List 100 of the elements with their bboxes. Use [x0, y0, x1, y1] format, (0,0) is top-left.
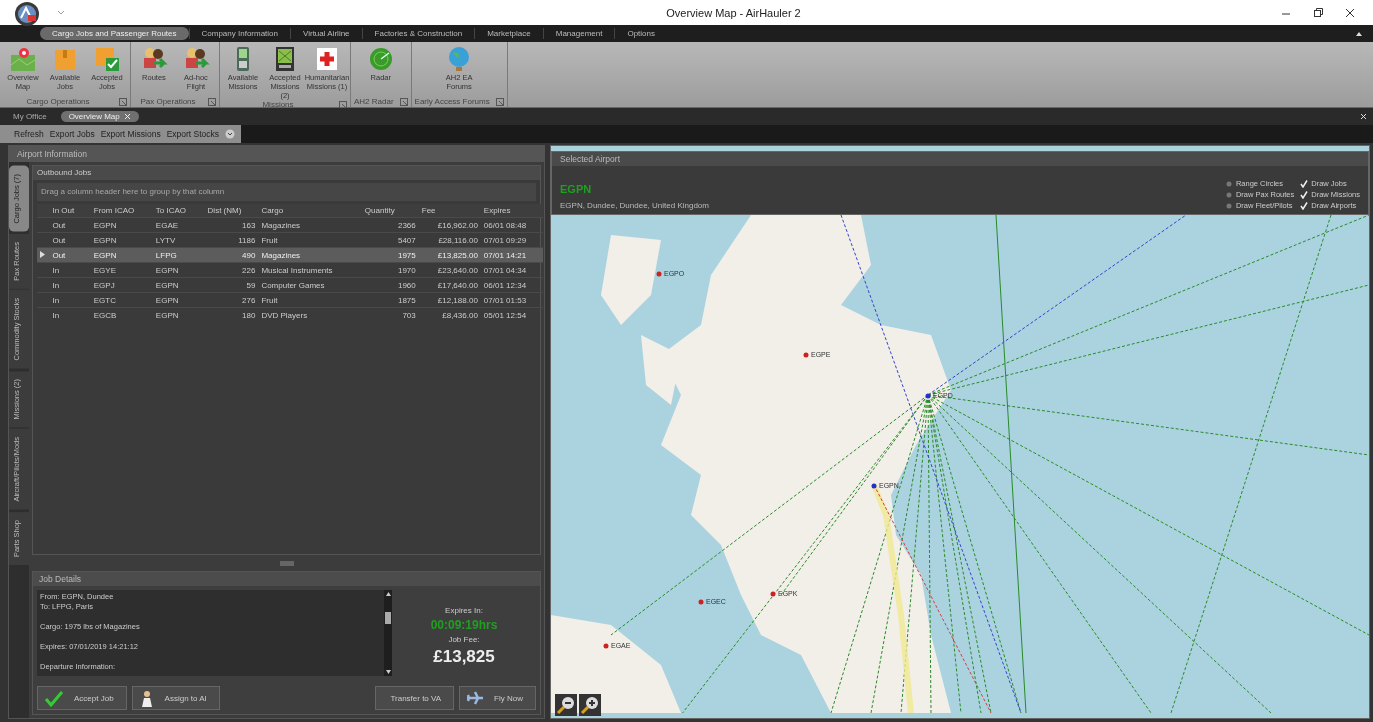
- toolbar-button[interactable]: Export Stocks: [166, 129, 220, 139]
- airport-name: EGPN, Dundee, Dundee, United Kingdom: [560, 201, 710, 210]
- unchecked-dot-icon: [1224, 190, 1233, 199]
- section-title: Outbound Jobs: [33, 166, 540, 180]
- column-header[interactable]: Fee: [418, 204, 481, 218]
- table-cell: 07/01 14:21: [480, 247, 543, 263]
- document-tab[interactable]: Overview Map: [60, 111, 139, 122]
- table-cell: 163: [204, 217, 259, 233]
- table-cell: £16,962.00: [418, 217, 481, 233]
- ribbon-tab[interactable]: Virtual Airline: [291, 27, 362, 40]
- table-cell: Out: [49, 247, 91, 263]
- table-cell: Magazines: [258, 247, 362, 263]
- airplane-icon: [466, 690, 485, 706]
- ribbon-tab[interactable]: Marketplace: [475, 27, 543, 40]
- table-cell: Out: [49, 217, 91, 233]
- table-cell: 226: [204, 262, 259, 278]
- close-icon: [123, 113, 131, 120]
- table-cell: In: [49, 262, 91, 278]
- table-cell: 07/01 01:53: [480, 292, 543, 308]
- splitter-grip-icon: [279, 560, 294, 566]
- action-button[interactable]: Fly Now: [459, 686, 536, 710]
- ribbon-tab[interactable]: Factories & Construction: [362, 27, 475, 40]
- table-cell: In: [49, 277, 91, 293]
- table-cell: Magazines: [258, 217, 362, 233]
- dialog-launcher-icon[interactable]: [399, 97, 408, 106]
- column-header[interactable]: Quantity: [361, 204, 419, 218]
- zoom-in-icon[interactable]: [579, 694, 601, 716]
- column-header[interactable]: Expires: [480, 204, 543, 218]
- toolbar-button[interactable]: Refresh: [14, 129, 44, 139]
- dialog-launcher-icon[interactable]: [339, 100, 347, 109]
- table-cell: 2366: [361, 217, 419, 233]
- zoom-out-icon[interactable]: [555, 694, 577, 716]
- column-header[interactable]: Dist (NM): [204, 204, 259, 218]
- dialog-launcher-icon[interactable]: [208, 97, 216, 106]
- close-icon[interactable]: [1345, 7, 1355, 18]
- dialog-launcher-icon[interactable]: [495, 97, 504, 106]
- expires-value: 00:09:19hrs: [430, 617, 498, 632]
- window-title: Overview Map - AirHauler 2: [665, 6, 802, 19]
- ribbon-tab[interactable]: Options: [615, 27, 667, 40]
- airport-dot-icon: [925, 392, 931, 399]
- table-cell: EGTC: [90, 292, 153, 308]
- table-cell: 1975: [361, 247, 419, 263]
- panel-title: Selected Airport: [552, 152, 1368, 166]
- table-cell: EGPN: [152, 307, 205, 322]
- scroll-down-icon: [385, 670, 391, 674]
- caret-icon[interactable]: [225, 129, 236, 139]
- table-cell: 276: [204, 292, 259, 308]
- ribbon-tab[interactable]: Management: [543, 27, 615, 40]
- table-cell: EGPJ: [90, 277, 153, 293]
- table-cell: LFPG: [152, 247, 205, 263]
- group-by-area: Drag a column header here to group by that column: [37, 183, 536, 201]
- toolbar-button[interactable]: Export Jobs: [49, 129, 95, 139]
- scroll-up-icon: [385, 592, 391, 596]
- table-cell: £17,640.00: [418, 277, 481, 293]
- fee-value: £13,825: [433, 646, 495, 667]
- table-cell: In: [49, 307, 91, 322]
- column-header[interactable]: In Out: [49, 204, 91, 218]
- table-cell: EGAE: [152, 217, 205, 233]
- table-cell: 1970: [361, 262, 419, 278]
- unchecked-dot-icon: [1224, 201, 1233, 210]
- document-tab[interactable]: My Office: [5, 111, 55, 122]
- column-header[interactable]: From ICAO: [90, 204, 153, 218]
- parcel-check-icon: [93, 45, 121, 73]
- table-cell: 06/01 08:48: [480, 217, 543, 233]
- toolbar-button[interactable]: Export Missions: [100, 129, 161, 139]
- ribbon-tab[interactable]: Company Information: [189, 27, 290, 40]
- table-cell: Musical Instruments: [258, 262, 362, 278]
- scroll-thumb[interactable]: [385, 612, 391, 624]
- table-cell: EGYE: [90, 262, 153, 278]
- airport-dot-icon: [770, 590, 776, 597]
- table-cell: 703: [361, 307, 419, 322]
- table-cell: EGPN: [90, 247, 153, 263]
- check-icon: [44, 689, 64, 707]
- group-title: AH2 Radar: [354, 97, 394, 106]
- map-pin-icon: [9, 45, 37, 73]
- table-cell: £12,188.00: [418, 292, 481, 308]
- table-cell: 07/01 04:34: [480, 262, 543, 278]
- airport-dot-icon: [603, 642, 609, 649]
- table-cell: £13,825.00: [418, 247, 481, 263]
- table-cell: EGPN: [152, 277, 205, 293]
- group-title: Missions: [261, 100, 295, 109]
- airport-code: EGPN: [560, 183, 593, 195]
- table-cell: EGCB: [90, 307, 153, 322]
- action-button[interactable]: Accept Job: [37, 686, 127, 710]
- expires-label: Expires In:: [445, 605, 483, 615]
- column-header[interactable]: Cargo: [258, 204, 362, 218]
- table-cell: £23,640.00: [418, 262, 481, 278]
- row-pointer-icon: [40, 250, 45, 258]
- table-cell: In: [49, 292, 91, 308]
- table-cell: EGPN: [90, 217, 153, 233]
- column-header[interactable]: To ICAO: [152, 204, 205, 218]
- table-cell: 1875: [361, 292, 419, 308]
- dialog-launcher-icon[interactable]: [119, 97, 127, 106]
- ribbon-tab[interactable]: Cargo Jobs and Passenger Routes: [40, 27, 189, 40]
- table-cell: 180: [204, 307, 259, 322]
- table-cell: Computer Games: [258, 277, 362, 293]
- table-cell: 05/01 12:54: [480, 307, 543, 322]
- action-button[interactable]: Transfer to VA: [375, 686, 455, 710]
- action-button[interactable]: Assign to AI: [131, 686, 220, 710]
- restore-icon[interactable]: [1313, 7, 1323, 18]
